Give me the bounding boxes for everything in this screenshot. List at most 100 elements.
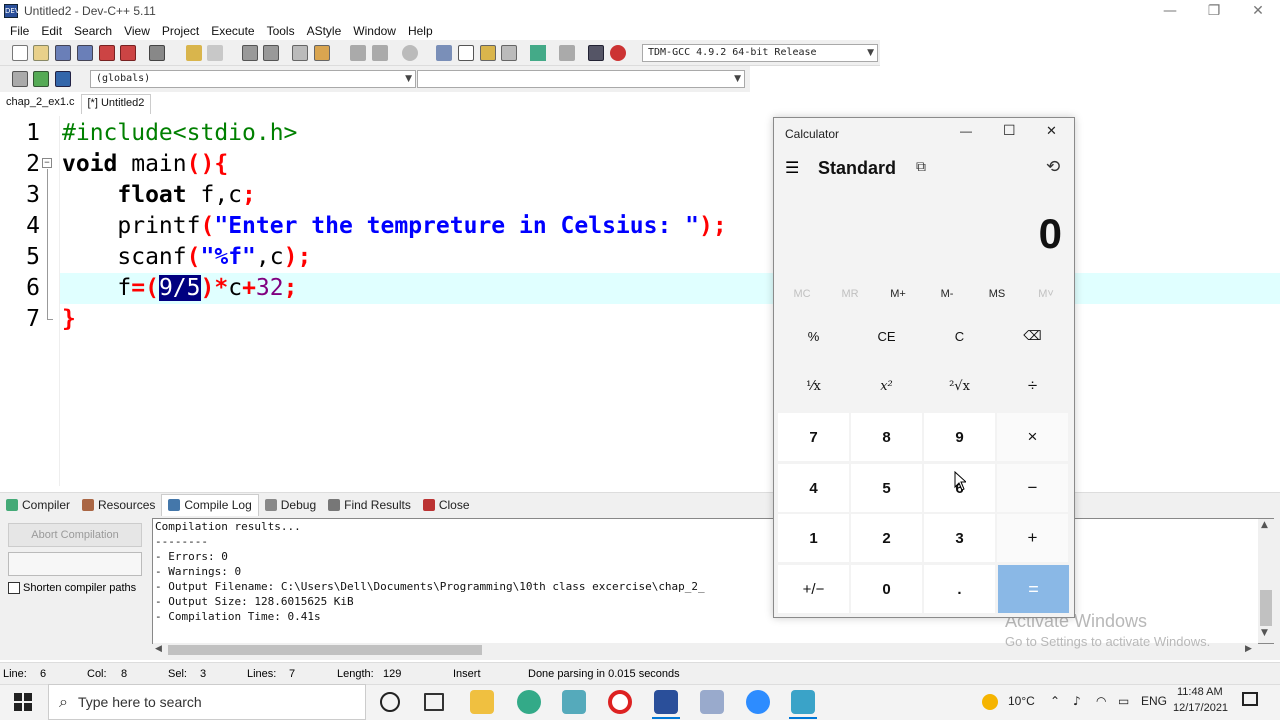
cortana-icon[interactable]	[380, 692, 400, 712]
keep-on-top-icon[interactable]: ⧉	[916, 159, 926, 175]
unindent-icon[interactable]	[314, 45, 330, 61]
percent-button[interactable]: %	[778, 312, 849, 360]
square-button[interactable]: x²	[851, 362, 922, 410]
scroll-down-icon[interactable]: ▼	[1261, 628, 1268, 638]
backspace-icon[interactable]: ⌫	[997, 312, 1068, 360]
volume-icon[interactable]: ♪	[1073, 694, 1081, 708]
calc-minimize-button[interactable]: —	[960, 124, 972, 138]
close-file-icon[interactable]	[99, 45, 115, 61]
digit-2-button[interactable]: 2	[851, 514, 922, 562]
calc-close-button[interactable]: ✕	[1046, 124, 1057, 139]
new-project-icon[interactable]	[436, 45, 452, 61]
replace-icon[interactable]	[263, 45, 279, 61]
tab-close[interactable]: Close	[417, 494, 476, 516]
close-all-icon[interactable]	[120, 45, 136, 61]
multiply-button[interactable]: ×	[997, 413, 1068, 461]
history-icon[interactable]: ⟲	[1046, 157, 1060, 177]
check-syntax-icon[interactable]	[530, 45, 546, 61]
bookmark-icon[interactable]	[55, 71, 71, 87]
equals-button[interactable]: =	[998, 565, 1069, 613]
menu-window[interactable]: Window	[347, 24, 402, 38]
tab-debug[interactable]: Debug	[259, 494, 322, 516]
fold-collapse-icon[interactable]: −	[42, 158, 52, 168]
stop-execution-icon[interactable]	[559, 45, 575, 61]
insert-icon[interactable]	[12, 71, 28, 87]
scope-select[interactable]: (globals) ▼	[90, 70, 416, 88]
mr-button[interactable]: MR	[830, 288, 870, 300]
project-options-icon[interactable]	[480, 45, 496, 61]
negate-button[interactable]: +/−	[778, 565, 849, 613]
reciprocal-button[interactable]: ¹⁄x	[778, 362, 849, 410]
digit-8-button[interactable]: 8	[851, 413, 922, 461]
scroll-up-icon[interactable]: ▲	[1261, 520, 1268, 530]
vertical-scroll-thumb[interactable]	[1260, 590, 1272, 626]
ms-button[interactable]: MS	[977, 288, 1017, 300]
undo-icon[interactable]	[186, 45, 202, 61]
clear-button[interactable]: C	[924, 312, 995, 360]
tab-compiler[interactable]: Compiler	[0, 494, 76, 516]
paint-icon[interactable]	[700, 690, 724, 714]
devcpp-taskbar-icon[interactable]	[654, 690, 678, 714]
chevron-up-icon[interactable]: ⌃	[1050, 694, 1060, 708]
clear-entry-button[interactable]: CE	[851, 312, 922, 360]
digit-1-button[interactable]: 1	[778, 514, 849, 562]
weather-icon[interactable]	[982, 694, 998, 710]
find-icon[interactable]	[242, 45, 258, 61]
scroll-left-icon[interactable]: ◀	[155, 644, 162, 654]
zoom-icon[interactable]	[746, 690, 770, 714]
abort-compilation-button[interactable]: Abort Compilation	[8, 523, 142, 547]
tab-find-results[interactable]: Find Results	[322, 494, 417, 516]
minimize-button[interactable]: —	[1148, 0, 1192, 22]
memory-list-button[interactable]: M˅	[1026, 288, 1066, 300]
open-file-icon[interactable]	[33, 45, 49, 61]
file-explorer-icon[interactable]	[470, 690, 494, 714]
m-minus-button[interactable]: M-	[927, 288, 967, 300]
menu-execute[interactable]: Execute	[205, 24, 260, 38]
tab-untitled2[interactable]: [*] Untitled2	[80, 94, 152, 114]
toggle-bookmark-icon[interactable]	[350, 45, 366, 61]
square-root-button[interactable]: ²√x	[924, 362, 995, 410]
menu-file[interactable]: File	[4, 24, 35, 38]
delete-profile-icon[interactable]	[610, 45, 626, 61]
indent-icon[interactable]	[292, 45, 308, 61]
horizontal-scroll-thumb[interactable]	[168, 645, 482, 655]
calc-maximize-button[interactable]: ☐	[1003, 123, 1016, 139]
notifications-icon[interactable]	[1242, 692, 1258, 706]
new-file-icon[interactable]	[12, 45, 28, 61]
m-plus-button[interactable]: M+	[878, 288, 918, 300]
decimal-button[interactable]: .	[924, 565, 995, 613]
menu-help[interactable]: Help	[402, 24, 439, 38]
goto-icon[interactable]	[33, 71, 49, 87]
windows-start-icon[interactable]	[14, 693, 32, 711]
goto-line-icon[interactable]	[402, 45, 418, 61]
symbol-select[interactable]: ▼	[417, 70, 745, 88]
scroll-right-icon[interactable]: ▶	[1245, 644, 1252, 654]
tab-compile-log[interactable]: Compile Log	[161, 493, 259, 516]
digit-7-button[interactable]: 7	[778, 413, 849, 461]
tab-chap-2-ex1[interactable]: chap_2_ex1.c	[0, 94, 81, 114]
digit-5-button[interactable]: 5	[851, 464, 922, 512]
save-icon[interactable]	[55, 45, 71, 61]
clock-date[interactable]: 12/17/2021	[1173, 702, 1228, 714]
calculator-taskbar-icon[interactable]	[791, 690, 815, 714]
battery-icon[interactable]: ▭	[1118, 694, 1129, 708]
menu-project[interactable]: Project	[156, 24, 205, 38]
app-icon[interactable]	[562, 690, 586, 714]
print-icon[interactable]	[149, 45, 165, 61]
wifi-icon[interactable]: ◠	[1096, 694, 1106, 708]
clock-time[interactable]: 11:48 AM	[1177, 686, 1223, 698]
divide-button[interactable]: ÷	[997, 362, 1068, 410]
task-view-icon[interactable]	[424, 693, 444, 711]
language-indicator[interactable]: ENG	[1141, 694, 1167, 708]
weather-temp[interactable]: 10°C	[1008, 694, 1035, 708]
subtract-button[interactable]: −	[997, 464, 1068, 512]
mc-button[interactable]: MC	[782, 288, 822, 300]
digit-9-button[interactable]: 9	[924, 413, 995, 461]
digit-4-button[interactable]: 4	[778, 464, 849, 512]
taskbar-search[interactable]: ⌕ Type here to search	[48, 684, 366, 720]
class-browser-icon[interactable]	[501, 45, 517, 61]
chrome-icon[interactable]	[517, 690, 541, 714]
menu-astyle[interactable]: AStyle	[301, 24, 348, 38]
hamburger-menu-icon[interactable]: ☰	[785, 158, 799, 177]
add-file-icon[interactable]	[458, 45, 474, 61]
